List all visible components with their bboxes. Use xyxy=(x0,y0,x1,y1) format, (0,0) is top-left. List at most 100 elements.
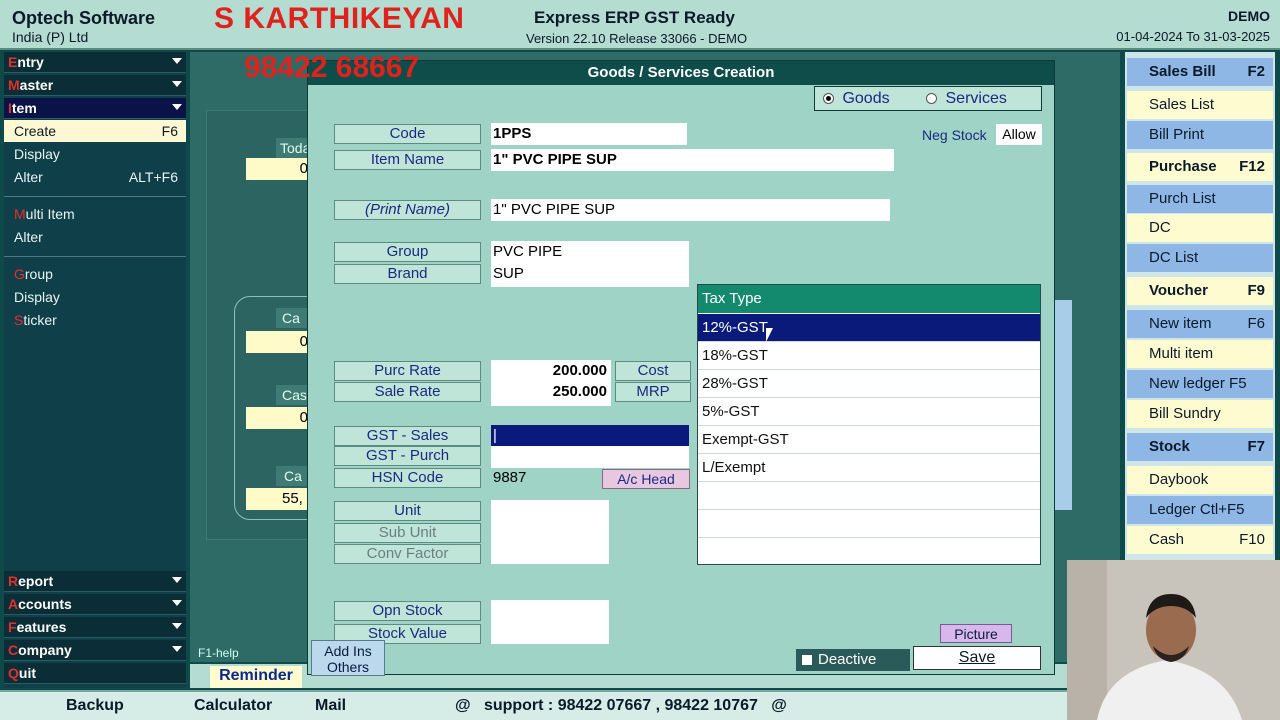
brand-field[interactable]: SUP xyxy=(491,263,689,285)
tax-option-12[interactable]: 12%-GST xyxy=(698,314,1040,342)
menu-multi-alter[interactable]: Alter xyxy=(4,226,186,248)
calculator-button[interactable]: Calculator xyxy=(194,697,272,715)
new-item-label: New item xyxy=(1149,315,1212,332)
group-label: Group xyxy=(334,242,481,262)
menu-group-display[interactable]: Display xyxy=(4,286,186,308)
sub-unit-label: Sub Unit xyxy=(334,523,481,543)
menu-item-alter[interactable]: Alter ALT+F6 xyxy=(4,166,186,188)
tax-type-dropdown: Tax Type 12%-GST 18%-GST 28%-GST 5%-GST … xyxy=(697,284,1041,565)
tax-option-empty xyxy=(698,510,1040,538)
goods-radio[interactable] xyxy=(823,93,834,105)
menu-multi-item[interactable]: Multi Item xyxy=(4,203,186,225)
picture-button[interactable]: Picture xyxy=(940,624,1012,643)
multi-item-button[interactable]: Multi item xyxy=(1127,340,1273,368)
opening-stock-box[interactable] xyxy=(491,600,609,644)
tax-option-exempt[interactable]: Exempt-GST xyxy=(698,426,1040,454)
menu-company-label: ompany xyxy=(18,642,72,658)
dc-list-button[interactable]: DC List xyxy=(1127,244,1273,272)
group-field[interactable]: PVC PIPE xyxy=(491,241,689,263)
presenter-image xyxy=(1067,560,1280,720)
mrp-label[interactable]: MRP xyxy=(615,382,691,402)
new-ledger-button[interactable]: New ledger F5 xyxy=(1127,370,1273,398)
checkbox-icon[interactable] xyxy=(802,655,812,666)
services-radio[interactable] xyxy=(926,93,938,105)
gst-sales-field[interactable]: | xyxy=(491,425,689,447)
neg-stock-value[interactable]: Allow xyxy=(996,124,1042,145)
cash-button[interactable]: Cash F10 xyxy=(1127,526,1273,554)
menu-item-alter-shortcut: ALT+F6 xyxy=(128,169,178,185)
gst-sales-label: GST - Sales xyxy=(334,426,481,446)
tax-option-5[interactable]: 5%-GST xyxy=(698,398,1040,426)
tax-option-lexempt[interactable]: L/Exempt xyxy=(698,454,1040,482)
menu-divider xyxy=(4,256,186,257)
sales-bill-shortcut: F2 xyxy=(1247,63,1265,80)
unit-box[interactable] xyxy=(491,500,609,564)
conv-factor-label: Conv Factor xyxy=(334,544,481,564)
goods-radio-label[interactable]: Goods xyxy=(842,90,889,107)
menu-item-display[interactable]: Display xyxy=(4,143,186,165)
purch-list-button[interactable]: Purch List xyxy=(1127,185,1273,213)
deactive-toggle[interactable]: Deactive xyxy=(796,649,910,671)
ac-head-button[interactable]: A/c Head xyxy=(602,469,690,489)
main-menu: Entry Master Item Create F6 Display Alter… xyxy=(4,52,186,688)
neg-stock-label: Neg Stock xyxy=(922,127,987,143)
tax-option-28[interactable]: 28%-GST xyxy=(698,370,1040,398)
today-value: 0 xyxy=(246,158,310,180)
brand-label: Brand xyxy=(334,264,481,284)
item-name-field[interactable]: 1" PVC PIPE SUP xyxy=(491,149,894,171)
menu-item-create[interactable]: Create F6 xyxy=(4,120,186,142)
sales-list-button[interactable]: Sales List xyxy=(1127,91,1273,119)
new-item-button[interactable]: New item F6 xyxy=(1127,310,1273,338)
menu-entry[interactable]: Entry xyxy=(4,52,186,73)
sale-rate-label: Sale Rate xyxy=(334,382,481,402)
menu-item[interactable]: Item xyxy=(4,98,186,119)
chevron-down-icon xyxy=(172,577,182,583)
menu-sticker[interactable]: Sticker xyxy=(4,309,186,331)
purc-rate-field[interactable]: 200.000 xyxy=(491,360,611,382)
menu-accounts[interactable]: Accounts xyxy=(4,594,186,615)
purchase-button[interactable]: Purchase F12 xyxy=(1127,153,1273,181)
sale-rate-field[interactable]: 250.000 xyxy=(491,381,611,403)
daybook-button[interactable]: Daybook xyxy=(1127,466,1273,494)
menu-master[interactable]: Master xyxy=(4,75,186,96)
stock-shortcut: F7 xyxy=(1247,438,1265,455)
unit-label: Unit xyxy=(334,501,481,521)
ledger-button[interactable]: Ledger Ctl+F5 xyxy=(1127,496,1273,524)
chevron-down-icon xyxy=(172,104,182,110)
stock-label: Stock xyxy=(1149,438,1190,455)
new-item-shortcut: F6 xyxy=(1247,315,1265,332)
voucher-button[interactable]: Voucher F9 xyxy=(1127,277,1273,305)
cost-label[interactable]: Cost xyxy=(615,361,691,381)
f1-help-text: F1-help xyxy=(198,646,239,660)
menu-report[interactable]: Report xyxy=(4,571,186,592)
menu-features[interactable]: Features xyxy=(4,617,186,638)
menu-master-hotkey: M xyxy=(8,77,20,93)
gst-purch-field[interactable] xyxy=(491,446,689,468)
tax-option-18[interactable]: 18%-GST xyxy=(698,342,1040,370)
save-button[interactable]: Save xyxy=(913,646,1041,670)
bill-print-button[interactable]: Bill Print xyxy=(1127,121,1273,149)
voucher-shortcut: F9 xyxy=(1247,282,1265,299)
menu-report-label: eport xyxy=(18,573,54,589)
reminder-button[interactable]: Reminder xyxy=(210,666,302,688)
mail-button[interactable]: Mail xyxy=(315,697,346,715)
stock-button[interactable]: Stock F7 xyxy=(1127,433,1273,461)
menu-group[interactable]: Group xyxy=(4,263,186,285)
bill-sundry-button[interactable]: Bill Sundry xyxy=(1127,400,1273,428)
hsn-code-field[interactable]: 9887 xyxy=(491,467,591,489)
add-ins-others-button[interactable]: Add Ins Others xyxy=(311,640,385,676)
menu-company[interactable]: Company xyxy=(4,640,186,661)
services-radio-label[interactable]: Services xyxy=(946,90,1007,107)
title-bar: Optech Software India (P) Ltd S KARTHIKE… xyxy=(0,0,1280,50)
add-ins-label: Add Ins xyxy=(324,643,372,659)
code-field[interactable]: 1PPS xyxy=(491,123,687,145)
financial-period: 01-04-2024 To 31-03-2025 xyxy=(1116,29,1270,44)
menu-quit[interactable]: Quit xyxy=(4,663,186,684)
dc-button[interactable]: DC xyxy=(1127,214,1273,242)
print-name-field[interactable]: 1" PVC PIPE SUP xyxy=(491,199,890,221)
menu-quit-label: uit xyxy=(18,665,36,681)
sales-bill-button[interactable]: Sales Bill F2 xyxy=(1127,58,1273,86)
code-label: Code xyxy=(334,124,481,144)
menu-master-label: aster xyxy=(19,77,54,93)
backup-button[interactable]: Backup xyxy=(66,697,124,715)
